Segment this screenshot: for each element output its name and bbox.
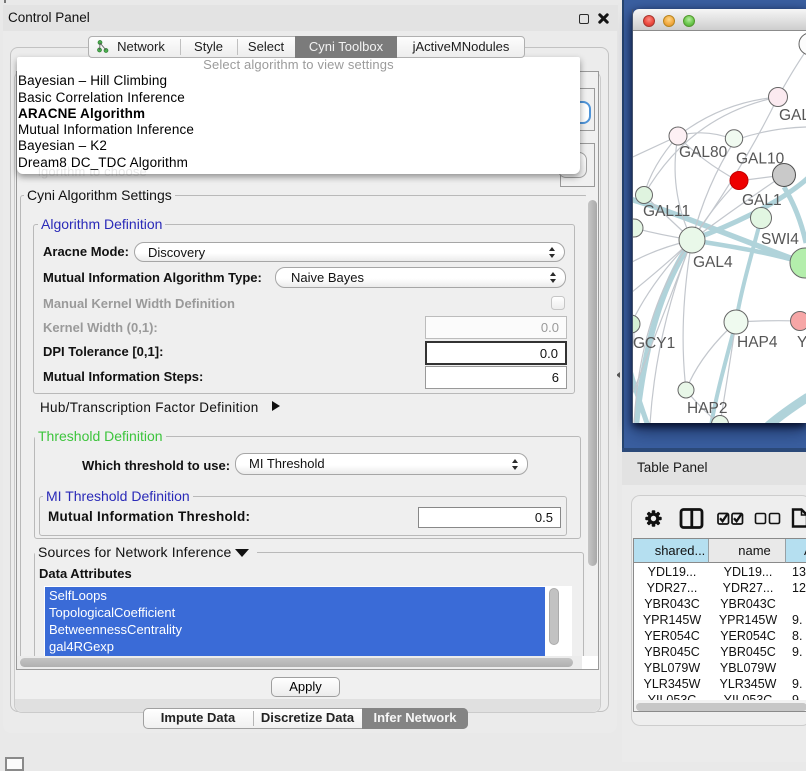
svg-text:GAL11: GAL11 [643,203,690,220]
svg-text:HAP2: HAP2 [687,400,728,417]
svg-text:GAL1: GAL1 [742,192,782,209]
svg-text:GAL80: GAL80 [679,144,728,161]
svg-text:GAL2: GAL2 [779,107,806,124]
svg-text:GAL4: GAL4 [693,254,733,271]
svg-text:HAP4: HAP4 [737,334,778,351]
svg-text:GCY1: GCY1 [633,335,675,352]
svg-text:SWI4: SWI4 [761,231,799,248]
svg-text:Y: Y [797,334,806,351]
svg-text:GAL10: GAL10 [736,151,785,168]
